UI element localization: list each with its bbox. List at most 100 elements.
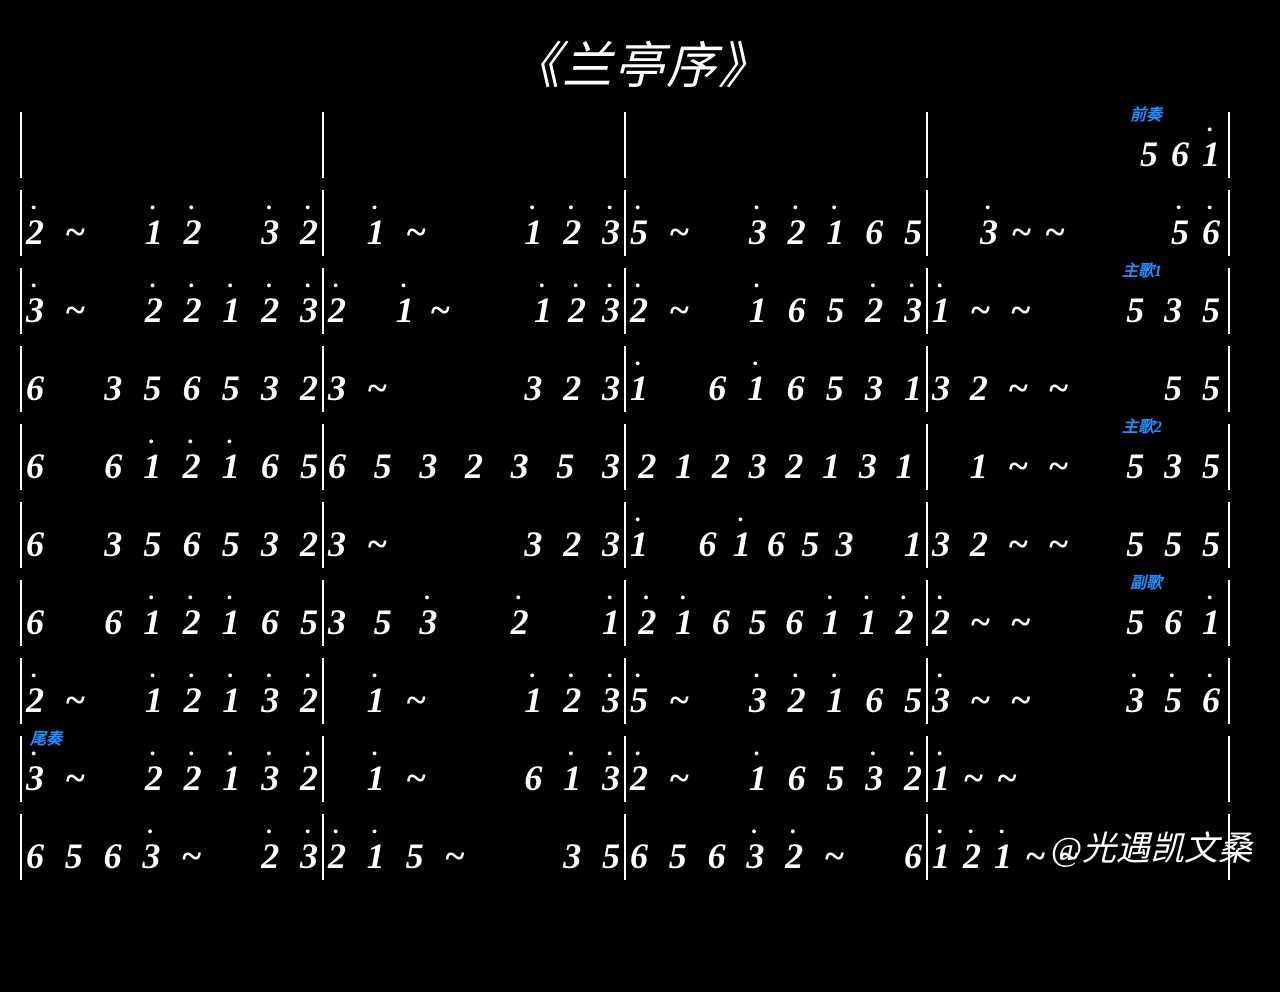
measure: 1• 0 6 1• 6 5 3 1	[626, 340, 926, 418]
measure: 2 1 2 3 2 1 3 1	[626, 418, 926, 496]
notes: 2• 1• 6 5 6 1• 1• 2•	[626, 604, 926, 640]
measure: 3 ~ 0 0 0 3 2 3	[324, 340, 624, 418]
notes: 2• ~ 0 1• 2• 0 3• 2•	[22, 214, 322, 250]
measure: 5• ~ 0 3• 2• 1• 6 5	[626, 184, 926, 262]
notes: 2• 1• 5 ~ 0 0 3 5	[324, 838, 624, 874]
notes: 0 1 ~ ~ 0 5 3 5	[928, 448, 1228, 484]
barline	[1228, 658, 1230, 724]
measure: 3• ~ ~ 0 0 0 5• 6•	[928, 184, 1228, 262]
barline	[1228, 112, 1230, 178]
notes: 3 ~ 0 0 0 3 2 3	[324, 370, 624, 406]
notes: 6 0 6 1• 2• 1• 6 5	[22, 448, 322, 484]
notes: 5• ~ 0 3• 2• 1• 6 5	[626, 682, 926, 718]
barline	[1228, 502, 1230, 568]
measure: 2• ~ 0 1• 6 5 2• 3•	[626, 262, 926, 340]
notes: 2• 0 1• ~ 0 0 1• 2• 3•	[324, 292, 624, 328]
attribution: @光遇凯文桑	[1051, 821, 1252, 870]
section-label: 前奏	[1130, 108, 1162, 124]
section-label: 主歌1	[1122, 264, 1162, 280]
section-label: 主歌2	[1122, 420, 1162, 436]
barline	[1228, 268, 1230, 334]
notes: 6 5 6 3• 2• ~ 0 6	[626, 838, 926, 874]
measure: 2• 1• 5 ~ 0 0 3 5	[324, 808, 624, 886]
notes: 1• 0 6 1• 6 5 3 1	[626, 370, 926, 406]
score-row: 6 0 3 5 6 5 3 23 ~ 0 0 0 3 2 31• 0 6 1• …	[20, 340, 1260, 418]
measure: 3 ~ 0 0 0 3 2 3	[324, 496, 624, 574]
score-row: 6 0 3 5 6 5 3 23 ~ 0 0 0 3 2 31• 0 6 1• …	[20, 496, 1260, 574]
measure: 3• ~ ~ 0 0 3• 5• 6•	[928, 652, 1228, 730]
measure: 3 5 3• 0 2• 0 1•	[324, 574, 624, 652]
measure: 2• ~ 0 1• 6 5 3• 2•	[626, 730, 926, 808]
notes: 6 0 3 5 6 5 3 2	[22, 370, 322, 406]
measure: 3• ~ 0 2• 2• 1• 2• 3•	[22, 262, 322, 340]
notes: 3 2 ~ ~ 0 0 5 5	[928, 370, 1228, 406]
barline	[1228, 190, 1230, 256]
section-label: 副歌	[1130, 576, 1162, 592]
notes: 5• ~ 0 3• 2• 1• 6 5	[626, 214, 926, 250]
notes: 0 1• ~ 0 0 1• 2• 3•	[324, 214, 624, 250]
measure: 6 0 3 5 6 5 3 2	[22, 340, 322, 418]
measure: 1• ~ ~	[928, 730, 1228, 808]
notes: 2• ~ ~ 0 0 5 6 1•	[928, 604, 1228, 640]
measure: 6 5 6 3• 2• ~ 0 6	[626, 808, 926, 886]
notes: 0 1• ~ 0 0 1• 2• 3•	[324, 682, 624, 718]
measure: 6 5 3 2 3 5 3	[324, 418, 624, 496]
notes: 3• ~ 0 2• 2• 1• 2• 3•	[22, 292, 322, 328]
notes: 2• ~ 0 1• 2• 1• 3• 2•	[22, 682, 322, 718]
score-row: 5 6 1• 前奏	[20, 106, 1260, 184]
score-row: 6 0 6 1• 2• 1• 6 56 5 3 2 3 5 32 1 2 3 2…	[20, 418, 1260, 496]
score-row: 3• ~ 0 2• 2• 1• 3• 2• 尾奏 0 1• ~ 0 0 6 1• 3…	[20, 730, 1260, 808]
score-row: 3• ~ 0 2• 2• 1• 2• 3•2• 0 1• ~ 0 0 1• 2•…	[20, 262, 1260, 340]
notes: 1• 0 6 1• 6 5 3 0 1	[626, 526, 926, 562]
score-row: 2• ~ 0 1• 2• 0 3• 2•0 1• ~ 0 0 1• 2• 3•5…	[20, 184, 1260, 262]
notes: 6 0 6 1• 2• 1• 6 5	[22, 604, 322, 640]
measure: 0 1 ~ ~ 0 5 3 5 主歌2	[928, 418, 1228, 496]
measure: 0 1• ~ 0 0 6 1• 3•	[324, 730, 624, 808]
score-row: 6 0 6 1• 2• 1• 6 53 5 3• 0 2• 0 1•2• 1• …	[20, 574, 1260, 652]
notes: 3 2 ~ ~ 0 5 5 5	[928, 526, 1228, 562]
notes: 0 1• ~ 0 0 6 1• 3•	[324, 760, 624, 796]
measure	[626, 106, 926, 184]
score-row: 2• ~ 0 1• 2• 1• 3• 2•0 1• ~ 0 0 1• 2• 3•…	[20, 652, 1260, 730]
notes: 6 5 3 2 3 5 3	[324, 448, 624, 484]
measure: 3• ~ 0 2• 2• 1• 3• 2• 尾奏	[22, 730, 322, 808]
measure: 3 2 ~ ~ 0 0 5 5	[928, 340, 1228, 418]
measure: 2• ~ ~ 0 0 5 6 1• 副歌	[928, 574, 1228, 652]
notes: 3 ~ 0 0 0 3 2 3	[324, 526, 624, 562]
notes: 6 5 6 3• ~ 0 2• 3•	[22, 838, 322, 874]
measure: 1• ~ ~ 0 0 5 3 5 主歌1	[928, 262, 1228, 340]
measure: 6 0 3 5 6 5 3 2	[22, 496, 322, 574]
measure: 2• 1• 6 5 6 1• 1• 2•	[626, 574, 926, 652]
notes: 6 0 3 5 6 5 3 2	[22, 526, 322, 562]
barline	[1228, 424, 1230, 490]
barline	[1228, 736, 1230, 802]
measure: 2• 0 1• ~ 0 0 1• 2• 3•	[324, 262, 624, 340]
notes: 3 5 3• 0 2• 0 1•	[324, 604, 624, 640]
measure: 6 0 6 1• 2• 1• 6 5	[22, 418, 322, 496]
song-title: 《兰亭序》	[20, 26, 1260, 98]
barline	[1228, 580, 1230, 646]
measure: 0 1• ~ 0 0 1• 2• 3•	[324, 652, 624, 730]
measure	[324, 106, 624, 184]
measure: 2• ~ 0 1• 2• 1• 3• 2•	[22, 652, 322, 730]
notes: 3• ~ ~ 0 0 3• 5• 6•	[928, 682, 1228, 718]
measure: 6 5 6 3• ~ 0 2• 3•	[22, 808, 322, 886]
notes: 3• ~ 0 2• 2• 1• 3• 2•	[22, 760, 322, 796]
notes: 2• ~ 0 1• 6 5 2• 3•	[626, 292, 926, 328]
measure: 0 1• ~ 0 0 1• 2• 3•	[324, 184, 624, 262]
barline	[1228, 346, 1230, 412]
measure: 5• ~ 0 3• 2• 1• 6 5	[626, 652, 926, 730]
notes: 5 6 1•	[1140, 136, 1228, 172]
notes: 2• ~ 0 1• 6 5 3• 2•	[626, 760, 926, 796]
measure	[22, 106, 322, 184]
section-label: 尾奏	[30, 732, 62, 748]
measure: 5 6 1• 前奏	[928, 106, 1228, 184]
measure: 1• 0 6 1• 6 5 3 0 1	[626, 496, 926, 574]
notes: 3• ~ ~ 0 0 0 5• 6•	[980, 214, 1228, 250]
notes: 1• ~ ~ 0 0 5 3 5	[928, 292, 1228, 328]
notes: 2 1 2 3 2 1 3 1	[626, 448, 926, 484]
measure: 2• ~ 0 1• 2• 0 3• 2•	[22, 184, 322, 262]
notes: 1• ~ ~	[928, 760, 1019, 796]
measure: 3 2 ~ ~ 0 5 5 5	[928, 496, 1228, 574]
music-score: 5 6 1•前奏2• ~ 0 1• 2• 0 3• 2•0 1• ~ 0 0 1…	[20, 106, 1260, 886]
